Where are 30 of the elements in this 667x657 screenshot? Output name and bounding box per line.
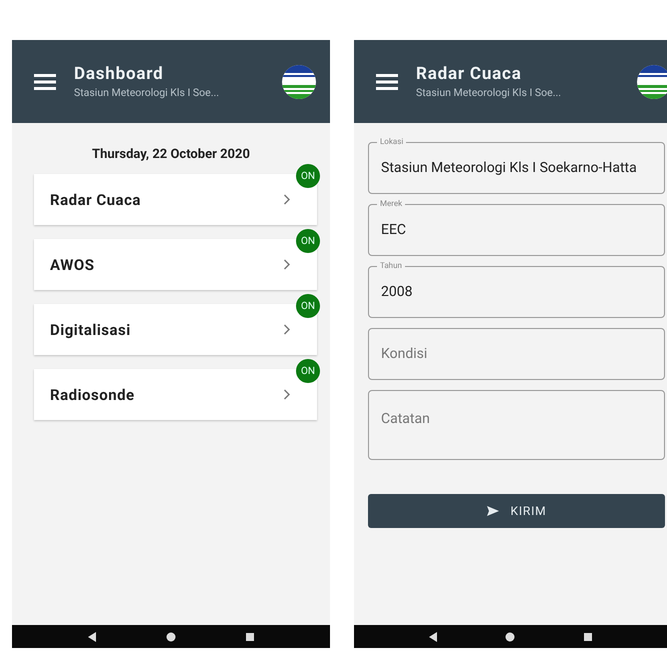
logo-icon (637, 64, 667, 98)
text-field[interactable]: Kondisi (368, 328, 665, 380)
back-icon[interactable] (86, 632, 97, 642)
status-badge: ON (296, 164, 320, 188)
status-badge: ON (296, 229, 320, 253)
chevron-icon (283, 324, 291, 335)
home-icon[interactable] (166, 632, 176, 642)
back-icon[interactable] (428, 632, 438, 642)
send-icon (486, 506, 499, 516)
status-badge: ON (296, 359, 320, 383)
notes-field[interactable]: Catatan (368, 390, 665, 460)
screen-subtitle: Stasiun Meteorologi Kls I Soe... (74, 86, 220, 99)
chevron-icon (283, 259, 291, 270)
menu-icon[interactable] (376, 72, 398, 90)
date-label: Thursday, 22 October 2020 (92, 147, 250, 162)
logo-icon (282, 64, 316, 98)
field-label: Lokasi (377, 137, 406, 146)
screen-title: Dashboard (74, 64, 164, 84)
home-icon[interactable] (505, 632, 516, 642)
field-label: Merek (377, 199, 406, 208)
recents-icon[interactable] (245, 632, 256, 642)
submit-button[interactable]: KIRIM (368, 494, 665, 528)
status-badge: ON (296, 294, 320, 318)
screen-title: Radar Cuaca (416, 64, 523, 84)
chevron-icon (283, 389, 291, 400)
menu-icon[interactable] (34, 72, 56, 90)
field-label: Tahun (377, 261, 405, 270)
chevron-icon (283, 194, 291, 205)
screen-subtitle: Stasiun Meteorologi Kls I Soe... (416, 86, 562, 99)
recents-icon[interactable] (583, 632, 594, 642)
